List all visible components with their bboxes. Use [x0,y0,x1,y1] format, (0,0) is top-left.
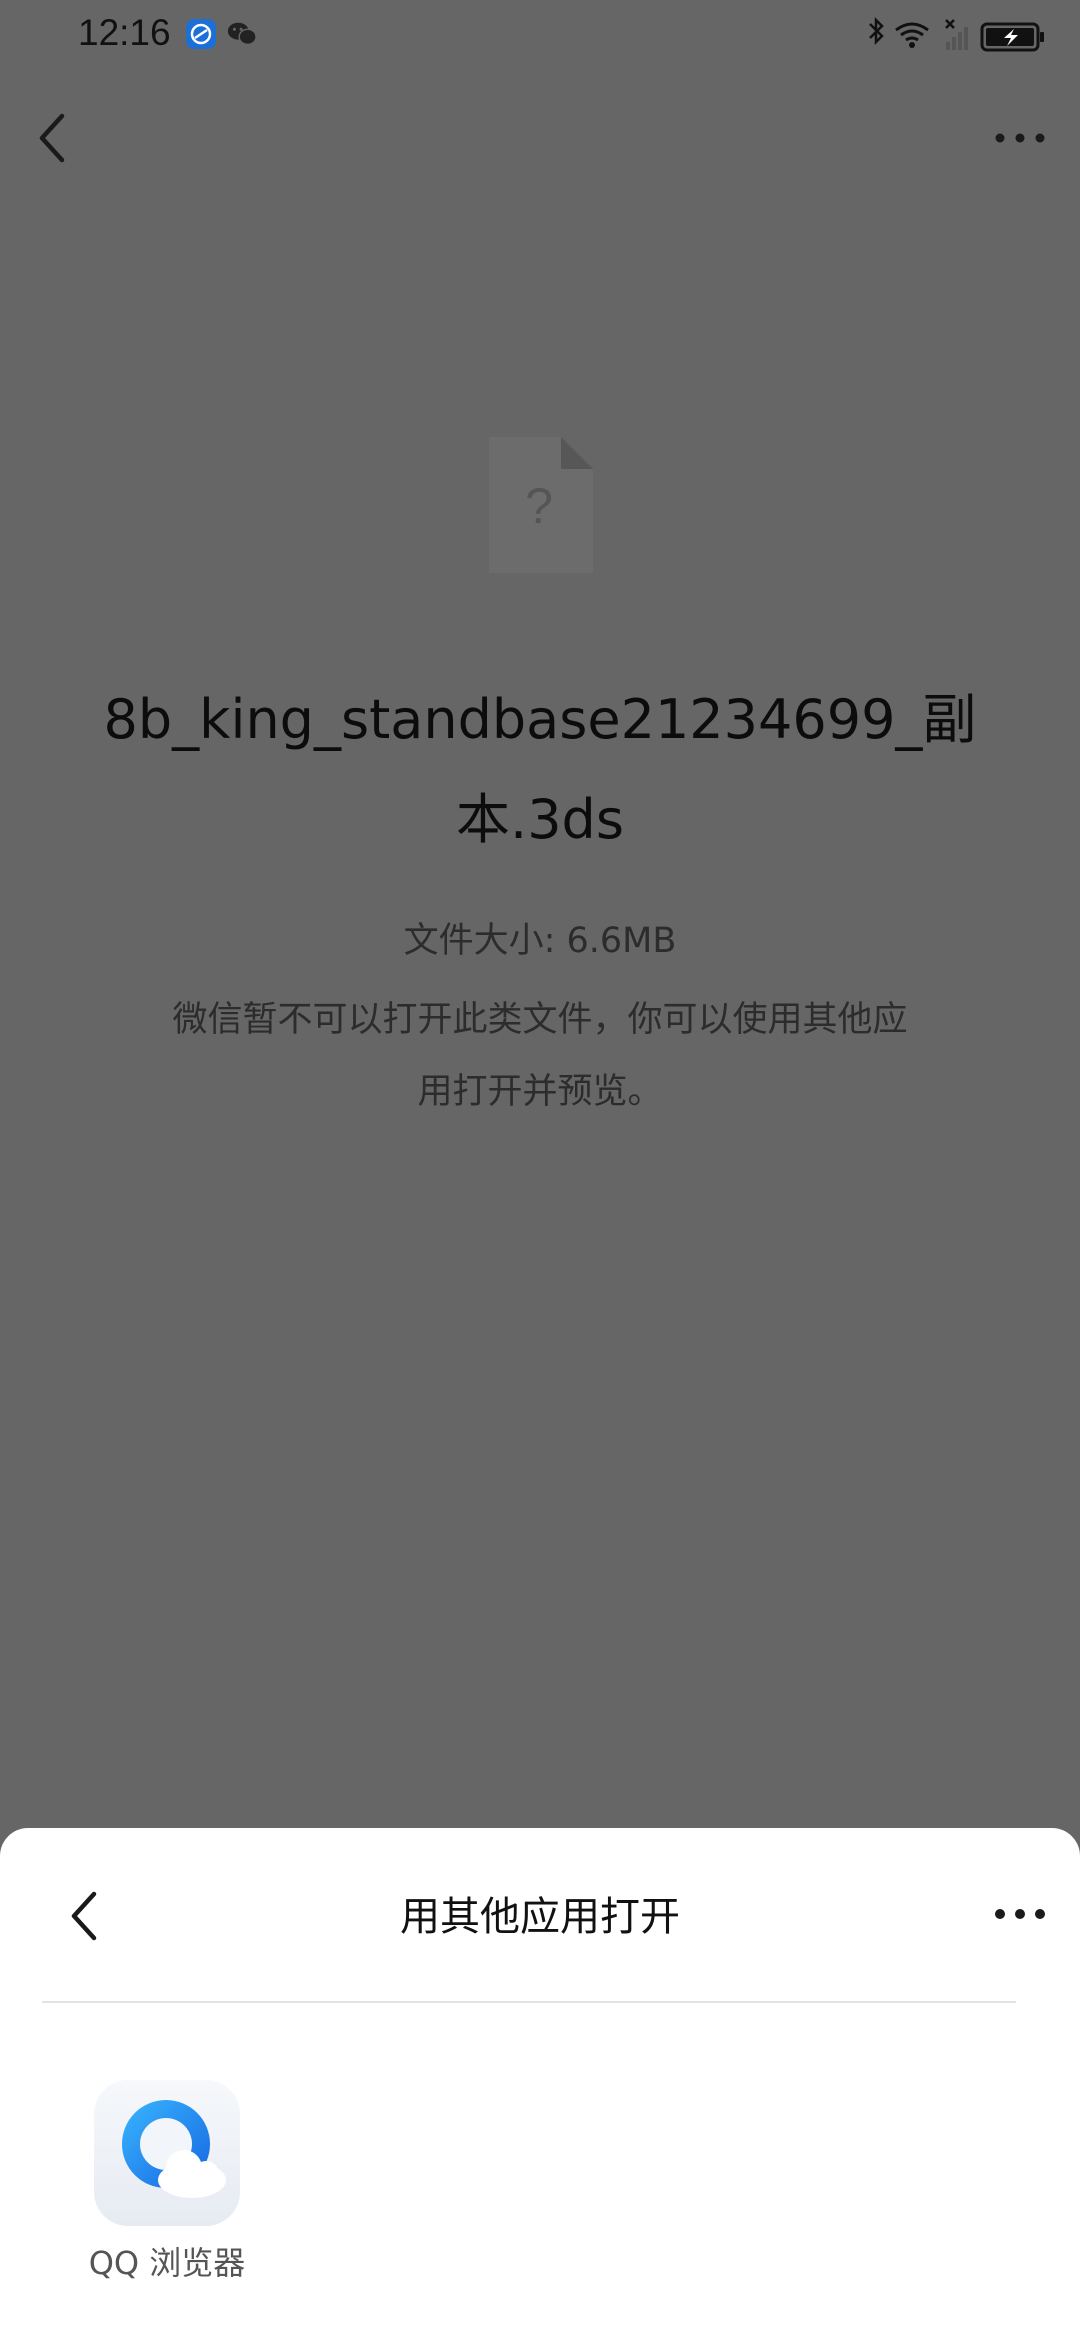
open-with-sheet: 用其他应用打开 QQ 浏览器 [0,1828,1080,2340]
signal-icon [945,19,968,50]
file-size: 文件大小: 6.6MB [403,921,677,961]
file-name: 8b_king_standbase21234699_副本.3ds [103,688,977,851]
sheet-divider [42,2001,1016,2003]
svg-text:?: ? [525,478,553,534]
screen: 12:16 ? 8b_king_standbase21234699_副本.3ds… [0,0,1080,2340]
status-time: 12:16 [78,12,171,53]
qq-browser-icon [94,2080,240,2226]
status-icons [869,16,1044,52]
unknown-file-icon: ? [489,437,593,573]
sheet-more-button[interactable] [990,1896,1050,1932]
back-button[interactable] [34,110,74,166]
wechat-icon [227,22,257,46]
bluetooth-icon [869,16,884,46]
unsupported-file-message: 微信暂不可以打开此类文件，你可以使用其他应用打开并预览。 [172,1000,908,1112]
status-bar: 12:16 [0,0,1080,72]
app-label: QQ 浏览器 [88,2244,246,2282]
wifi-icon [895,22,929,48]
battery-charging-icon [980,22,1044,52]
sheet-title: 用其他应用打开 [400,1894,680,1940]
more-options-button[interactable] [990,120,1050,156]
app-item-qq-browser[interactable]: QQ 浏览器 [80,2078,254,2282]
tracker-app-icon [186,19,216,49]
